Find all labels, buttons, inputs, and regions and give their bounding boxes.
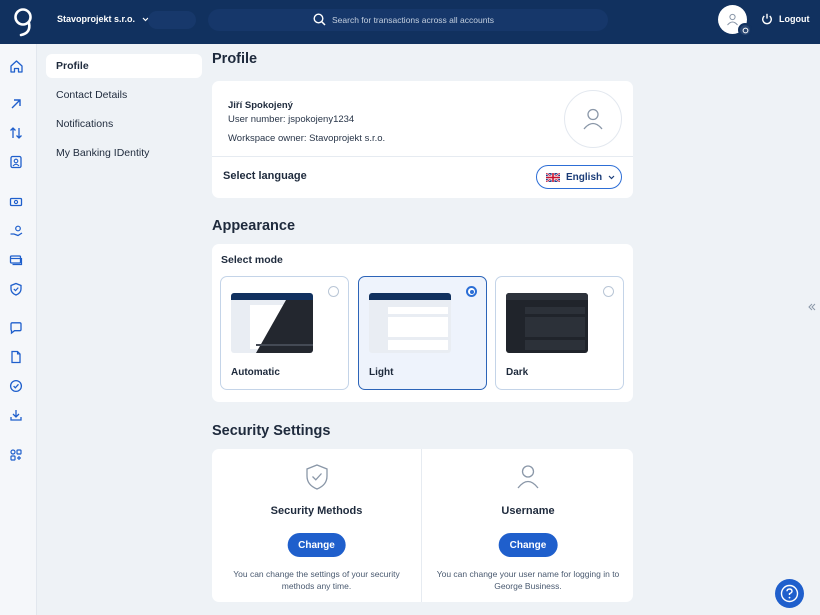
george-logo-icon[interactable] (13, 7, 35, 37)
help-icon (780, 584, 799, 603)
power-icon (762, 13, 772, 25)
account-name: Stavoprojekt s.r.o. (57, 14, 136, 24)
check-circle-icon[interactable] (8, 378, 24, 394)
profile-card: Jiří Spokojený User number: jspokojeny12… (212, 81, 633, 198)
select-language-label: Select language (223, 170, 307, 182)
language-select[interactable]: English (536, 165, 622, 189)
username-title: Username (501, 505, 555, 517)
settings-badge-icon (738, 23, 752, 37)
automatic-mode-preview (231, 293, 313, 353)
cards-icon[interactable] (8, 252, 24, 268)
submenu-item-contact-details[interactable]: Contact Details (46, 83, 202, 107)
profile-photo[interactable] (564, 90, 622, 148)
user-icon (517, 465, 539, 489)
search-placeholder: Search for transactions across all accou… (332, 15, 495, 25)
appearance-card: Select mode Automatic Light Dark (212, 244, 633, 402)
mode-dark[interactable]: Dark (495, 276, 624, 390)
submenu-item-profile[interactable]: Profile (46, 54, 202, 78)
security-methods-panel: Security Methods Change You can change t… (212, 449, 422, 602)
profile-name: Jiří Spokojený (228, 100, 293, 111)
change-security-methods-button[interactable]: Change (287, 533, 346, 557)
change-username-button[interactable]: Change (498, 533, 558, 557)
apps-icon[interactable] (8, 447, 24, 463)
radio-dark[interactable] (603, 286, 614, 297)
security-card: Security Methods Change You can change t… (212, 449, 633, 602)
language-value: English (566, 171, 603, 183)
search-icon (313, 13, 326, 26)
shield-check-icon (305, 464, 328, 490)
select-mode-label: Select mode (221, 254, 283, 266)
logout-button[interactable]: Logout (761, 13, 810, 25)
search-input[interactable]: Search for transactions across all accou… (208, 9, 608, 31)
radio-light[interactable] (466, 286, 477, 297)
security-title: Security Settings (212, 423, 331, 439)
account-switcher[interactable]: Stavoprojekt s.r.o. (57, 14, 149, 24)
mode-automatic[interactable]: Automatic (220, 276, 349, 390)
mode-label-dark: Dark (506, 367, 529, 378)
profile-submenu: Profile Contact Details Notifications My… (46, 54, 202, 170)
appearance-title: Appearance (212, 218, 296, 234)
workspace-owner: Workspace owner: Stavoprojekt s.r.o. (228, 133, 386, 144)
home-icon[interactable] (8, 58, 24, 74)
logout-label: Logout (779, 14, 810, 24)
contact-card-icon[interactable] (8, 154, 24, 170)
user-number: User number: jspokojeny1234 (228, 114, 355, 125)
chat-icon[interactable] (8, 320, 24, 336)
page-title: Profile (212, 51, 258, 67)
chevron-down-icon (608, 175, 615, 179)
security-methods-description: You can change the settings of your secu… (233, 569, 400, 591)
hand-coin-icon[interactable] (8, 223, 24, 239)
mode-label-light: Light (369, 367, 394, 378)
radio-automatic[interactable] (328, 286, 339, 297)
security-methods-title: Security Methods (270, 505, 363, 517)
arrow-up-right-icon[interactable] (8, 96, 24, 112)
user-avatar[interactable] (718, 5, 752, 37)
mode-label-automatic: Automatic (231, 367, 280, 378)
light-mode-preview (369, 293, 451, 353)
submenu-item-banking-identity[interactable]: My Banking IDentity (46, 141, 202, 165)
divider (212, 156, 633, 157)
document-icon[interactable] (8, 349, 24, 365)
user-icon (727, 13, 738, 26)
banknote-icon[interactable] (8, 194, 24, 210)
mode-light[interactable]: Light (358, 276, 487, 390)
username-panel: Username Change You can change your user… (423, 449, 633, 602)
dark-mode-preview (506, 293, 588, 353)
submenu-item-notifications[interactable]: Notifications (46, 112, 202, 136)
navigation-rail (0, 44, 37, 615)
uk-flag-icon (546, 172, 560, 182)
user-icon (583, 108, 603, 130)
double-chevron-left-icon[interactable] (808, 303, 816, 311)
transfer-arrows-icon[interactable] (8, 125, 24, 141)
help-button[interactable] (775, 579, 804, 608)
download-icon[interactable] (8, 407, 24, 423)
shield-icon[interactable] (8, 281, 24, 297)
top-bar: Stavoprojekt s.r.o. Search for transacti… (0, 0, 820, 44)
username-description: You can change your user name for loggin… (436, 569, 620, 591)
account-pill (148, 11, 196, 29)
